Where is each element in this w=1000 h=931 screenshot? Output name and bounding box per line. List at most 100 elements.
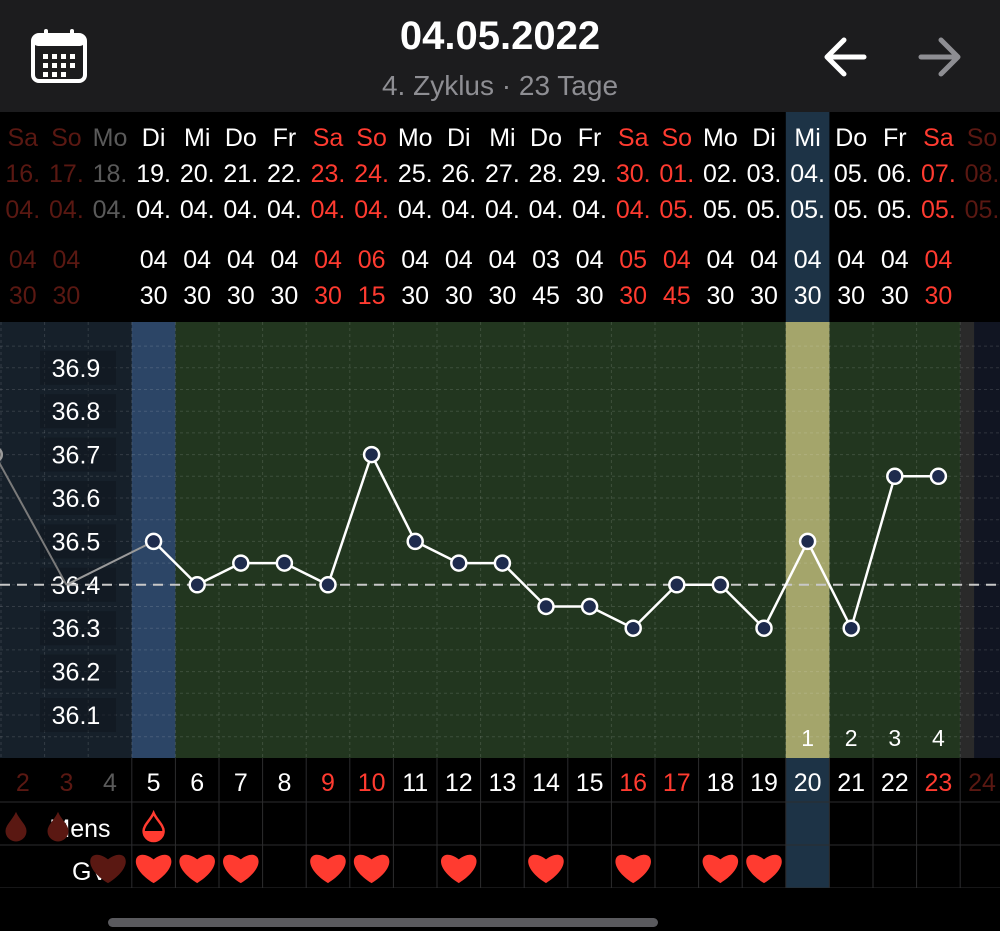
temperature-point[interactable] xyxy=(537,597,555,616)
post-ovulation-day-label: 3 xyxy=(888,725,901,751)
temperature-point[interactable] xyxy=(886,467,904,486)
month-label: 05. xyxy=(834,196,869,224)
time-minute-label: 30 xyxy=(270,282,298,310)
time-hour-label: 04 xyxy=(401,246,429,274)
y-tick-label: 36.2 xyxy=(52,659,101,687)
time-hour-label: 05 xyxy=(619,246,647,274)
header-bar: 04.05.2022 4. Zyklus · 23 Tage xyxy=(0,0,1000,112)
time-hour-label: 04 xyxy=(706,246,734,274)
temperature-point[interactable] xyxy=(668,576,686,594)
next-day-button[interactable] xyxy=(915,32,965,82)
temperature-point[interactable] xyxy=(493,554,512,572)
temperature-point[interactable] xyxy=(929,467,948,486)
temperature-point[interactable] xyxy=(798,532,817,551)
month-label: 04. xyxy=(180,196,215,224)
cycle-day-label: 19 xyxy=(750,769,778,797)
time-hour-label: 04 xyxy=(227,246,255,274)
temperature-point[interactable] xyxy=(580,597,599,616)
weekday-label: Mo xyxy=(93,124,128,152)
cycle-day-label: 13 xyxy=(488,769,516,797)
time-hour-label: 04 xyxy=(488,246,516,274)
time-hour-label: 04 xyxy=(750,246,778,274)
temperature-point[interactable] xyxy=(450,554,468,572)
day-label: 19. xyxy=(136,160,171,188)
home-indicator[interactable] xyxy=(108,918,658,927)
weekday-label: Fr xyxy=(578,124,602,152)
month-label: 05. xyxy=(703,196,738,224)
cycle-day-label: 7 xyxy=(234,769,248,797)
day-label: 25. xyxy=(398,160,433,188)
month-label: 04. xyxy=(93,196,128,224)
temperature-point[interactable] xyxy=(842,619,860,637)
weekday-label: Di xyxy=(142,124,166,152)
temperature-point[interactable] xyxy=(362,445,381,464)
day-label: 26. xyxy=(441,160,476,188)
post-ovulation-day-label: 4 xyxy=(932,725,945,751)
cycle-day-label: 8 xyxy=(277,769,291,797)
day-label: 08. xyxy=(965,160,1000,188)
weekday-label: Sa xyxy=(8,124,39,152)
temperature-point[interactable] xyxy=(711,576,730,594)
month-label: 04. xyxy=(267,196,302,224)
weekday-label: Do xyxy=(530,124,562,152)
time-hour-label: 06 xyxy=(358,246,386,274)
temperature-point[interactable] xyxy=(188,576,206,594)
time-hour-label: 04 xyxy=(663,246,691,274)
cycle-day-label: 10 xyxy=(358,769,386,797)
month-label: 05. xyxy=(790,196,825,224)
cycle-day-label: 4 xyxy=(103,769,117,797)
time-minute-label: 30 xyxy=(314,282,342,310)
weekday-label: Sa xyxy=(313,124,344,152)
time-minute-label: 30 xyxy=(488,282,516,310)
cycle-day-label: 16 xyxy=(619,769,647,797)
cycle-day-label: 14 xyxy=(532,769,560,797)
time-minute-label: 30 xyxy=(140,282,168,310)
temperature-point[interactable] xyxy=(275,554,294,572)
day-label: 01. xyxy=(659,160,694,188)
time-minute-label: 45 xyxy=(663,282,691,310)
day-label: 18. xyxy=(93,160,128,188)
temperature-point[interactable] xyxy=(755,619,773,637)
arrow-right-icon xyxy=(918,37,961,77)
weekday-label: So xyxy=(967,124,998,152)
time-minute-label: 30 xyxy=(619,282,647,310)
cycle-day-label: 22 xyxy=(881,769,909,797)
post-ovulation-day-label: 1 xyxy=(801,725,814,751)
day-label: 21. xyxy=(223,160,258,188)
temperature-point[interactable] xyxy=(406,532,424,551)
weekday-label: Fr xyxy=(273,124,297,152)
month-label: 05. xyxy=(747,196,782,224)
month-label: 05. xyxy=(877,196,912,224)
time-minute-label: 30 xyxy=(52,282,80,310)
previous-day-button[interactable] xyxy=(820,32,870,82)
cycle-day-label: 15 xyxy=(576,769,604,797)
weekday-label: Fr xyxy=(883,124,907,152)
weekday-label: Sa xyxy=(618,124,649,152)
cycle-day-label: 9 xyxy=(321,769,335,797)
arrow-left-icon xyxy=(824,37,867,77)
cycle-day-label: 5 xyxy=(147,769,161,797)
month-label: 04. xyxy=(136,196,171,224)
month-label: 04. xyxy=(616,196,651,224)
cycle-day-label: 20 xyxy=(794,769,822,797)
cycle-day-label: 18 xyxy=(706,769,734,797)
weekday-label: Mi xyxy=(489,124,515,152)
cycle-day-label: 21 xyxy=(837,769,865,797)
weekday-label: Di xyxy=(447,124,471,152)
time-hour-label: 04 xyxy=(270,246,298,274)
temperature-point[interactable] xyxy=(232,554,250,572)
time-minute-label: 30 xyxy=(183,282,211,310)
day-label: 16. xyxy=(5,160,40,188)
temperature-point[interactable] xyxy=(624,619,642,637)
month-label: 04. xyxy=(5,196,40,224)
time-hour-label: 04 xyxy=(881,246,909,274)
temperature-point[interactable] xyxy=(144,532,163,551)
month-label: 04. xyxy=(354,196,389,224)
time-hour-label: 04 xyxy=(140,246,168,274)
weekday-label: Mo xyxy=(703,124,738,152)
time-hour-label: 04 xyxy=(314,246,342,274)
y-tick-label: 36.7 xyxy=(52,442,101,470)
time-minute-label: 30 xyxy=(9,282,37,310)
time-minute-label: 45 xyxy=(532,282,560,310)
temperature-point[interactable] xyxy=(319,576,337,594)
